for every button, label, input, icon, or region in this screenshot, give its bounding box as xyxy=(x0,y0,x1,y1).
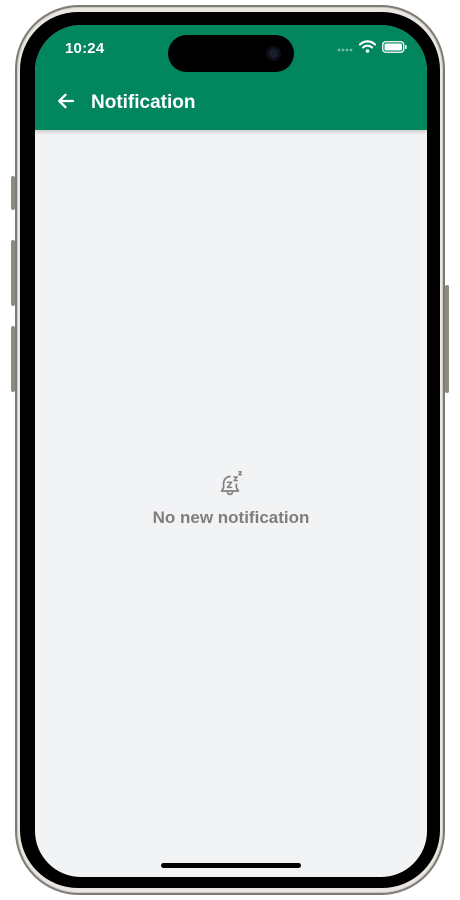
side-button-silent xyxy=(11,176,15,210)
status-time: 10:24 xyxy=(65,40,105,57)
arrow-left-icon xyxy=(56,91,76,116)
cellular-signal-icon xyxy=(337,40,353,58)
phone-screen: 10:24 Notification No new notification xyxy=(35,25,427,877)
page-title: Notification xyxy=(91,92,196,113)
wifi-icon xyxy=(358,40,377,58)
back-button[interactable] xyxy=(55,92,77,114)
dynamic-island xyxy=(168,35,294,72)
home-indicator[interactable] xyxy=(161,863,301,868)
battery-icon xyxy=(382,40,407,58)
empty-state-message: No new notification xyxy=(152,508,310,527)
app-bar: Notification xyxy=(35,83,427,123)
side-button-volume-up xyxy=(11,240,15,306)
camera-icon xyxy=(266,46,281,61)
side-button-volume-down xyxy=(11,326,15,392)
bell-snooze-icon xyxy=(217,470,245,498)
app-header: 10:24 Notification xyxy=(35,25,427,130)
side-button-power xyxy=(445,285,449,393)
empty-state: No new notification xyxy=(35,470,427,528)
status-icons xyxy=(337,40,407,58)
